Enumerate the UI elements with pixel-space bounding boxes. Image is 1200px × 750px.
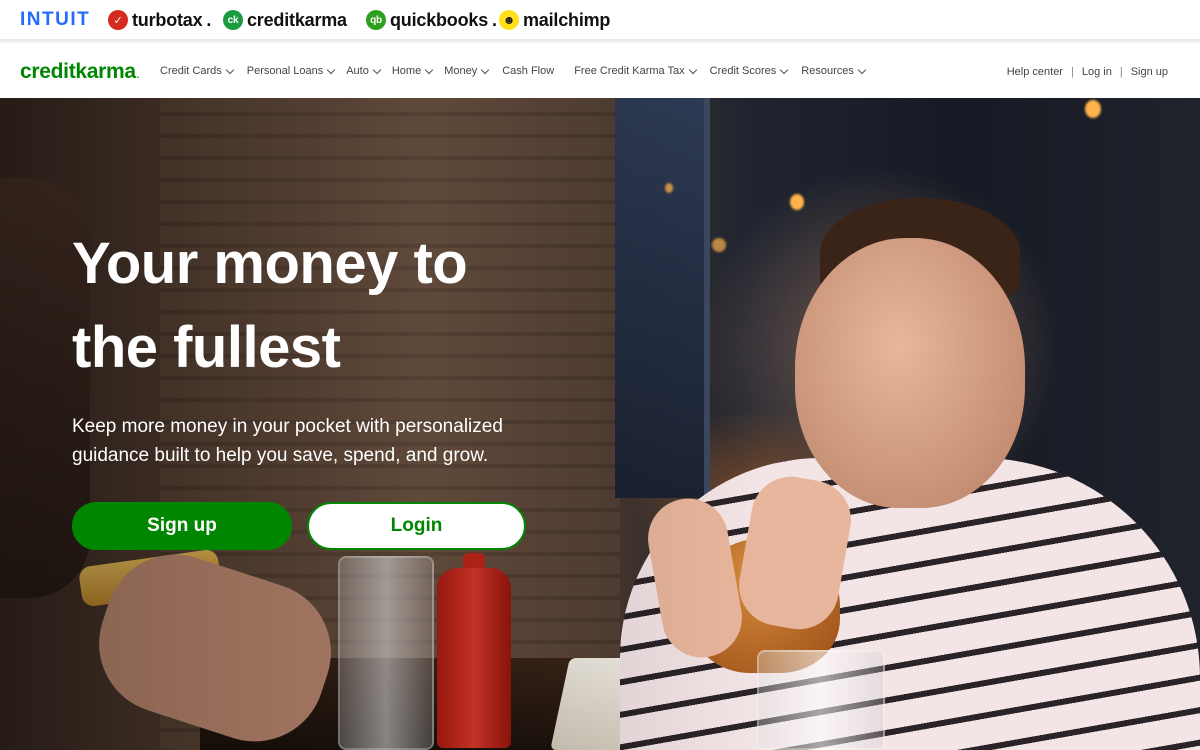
nav-credit-scores[interactable]: Credit Scores	[709, 65, 789, 77]
main-navigation: creditkarma. Credit Cards Personal Loans…	[0, 44, 1200, 98]
help-center-link[interactable]: Help center	[1007, 66, 1063, 78]
quickbooks-qb-icon: qb	[366, 10, 386, 30]
primary-nav-links: Credit Cards Personal Loans Auto Home Mo…	[160, 65, 867, 77]
nav-money[interactable]: Money	[444, 65, 490, 77]
hero-headline-line-2: the fullest	[72, 315, 341, 380]
turbotax-dot: .	[206, 9, 212, 30]
creditkarma-logo-text: creditkarma	[20, 60, 136, 83]
sign-up-button[interactable]: Sign up	[72, 502, 292, 550]
hero-photo-light	[790, 194, 804, 210]
utility-separator: |	[1119, 66, 1123, 78]
chevron-down-icon	[326, 65, 336, 74]
nav-label: Cash Flow	[502, 65, 555, 77]
nav-label: Free Credit Karma Tax	[574, 65, 685, 77]
sign-up-link[interactable]: Sign up	[1131, 66, 1168, 78]
nav-auto[interactable]: Auto	[346, 65, 382, 77]
nav-label: Auto	[346, 65, 369, 77]
hero-headline-line-1: Your money to	[72, 231, 468, 296]
chevron-down-icon	[480, 65, 490, 74]
nav-free-credit-karma-tax[interactable]: Free Credit Karma Tax	[574, 65, 697, 77]
brand-bar-divider	[0, 39, 1200, 43]
creditkarma-logo[interactable]: creditkarma.	[20, 60, 139, 84]
mailchimp-wordmark: mailchimp	[523, 9, 611, 30]
nav-label: Money	[444, 65, 478, 77]
creditkarma-ck-icon: ck	[223, 10, 243, 30]
turbotax-logo[interactable]: ✓ turbotax.	[108, 8, 211, 32]
nav-label: Personal Loans	[246, 65, 324, 77]
chevron-down-icon	[780, 65, 789, 74]
turbotax-wordmark: turbotax	[132, 9, 203, 30]
hero-photo-light	[1085, 100, 1101, 118]
log-in-link[interactable]: Log in	[1082, 66, 1112, 78]
creditkarma-brand-logo[interactable]: ck creditkarma	[223, 8, 347, 32]
creditkarma-logo-mark: .	[136, 70, 140, 80]
nav-credit-cards[interactable]: Credit Cards	[160, 65, 234, 77]
hero-section: Your money to the fullest Keep more mone…	[0, 98, 1200, 750]
nav-cash-flow[interactable]: Cash Flow	[502, 65, 554, 77]
nav-label: Credit Cards	[160, 65, 222, 77]
nav-label: Resources	[801, 65, 854, 77]
chevron-down-icon	[688, 65, 697, 74]
nav-label: Credit Scores	[709, 65, 777, 77]
utility-separator: |	[1070, 66, 1074, 78]
nav-label: Home	[391, 65, 422, 77]
intuit-logo[interactable]: INTUIT	[20, 8, 90, 32]
intuit-brand-bar: INTUIT ✓ turbotax. ck creditkarma qb qui…	[0, 0, 1200, 43]
nav-resources[interactable]: Resources	[801, 65, 867, 77]
hero-photo-glass	[757, 650, 885, 750]
mailchimp-freddie-icon: ☻	[499, 10, 519, 30]
hero-subtext: Keep more money in your pocket with pers…	[72, 412, 552, 470]
chevron-down-icon	[857, 65, 867, 74]
hero-photo-face	[795, 238, 1025, 508]
hero-headline: Your money to the fullest	[72, 222, 592, 390]
turbotax-check-icon: ✓	[108, 10, 128, 30]
utility-links: Help center | Log in | Sign up	[1007, 66, 1168, 78]
hero-subtext-line-1: Keep more money in your pocket with pers…	[72, 416, 503, 437]
nav-home[interactable]: Home	[391, 65, 434, 77]
nav-personal-loans[interactable]: Personal Loans	[246, 65, 336, 77]
chevron-down-icon	[372, 65, 382, 74]
quickbooks-logo[interactable]: qb quickbooks.	[366, 8, 497, 32]
chevron-down-icon	[424, 65, 434, 74]
creditkarma-wordmark: creditkarma	[247, 9, 347, 30]
mailchimp-logo[interactable]: ☻ mailchimp	[499, 8, 610, 32]
chevron-down-icon	[225, 65, 234, 74]
quickbooks-wordmark: quickbooks	[390, 9, 489, 30]
hero-subtext-line-2: guidance built to help you save, spend, …	[72, 445, 489, 466]
login-button[interactable]: Login	[307, 502, 526, 550]
quickbooks-dot: .	[492, 9, 497, 30]
